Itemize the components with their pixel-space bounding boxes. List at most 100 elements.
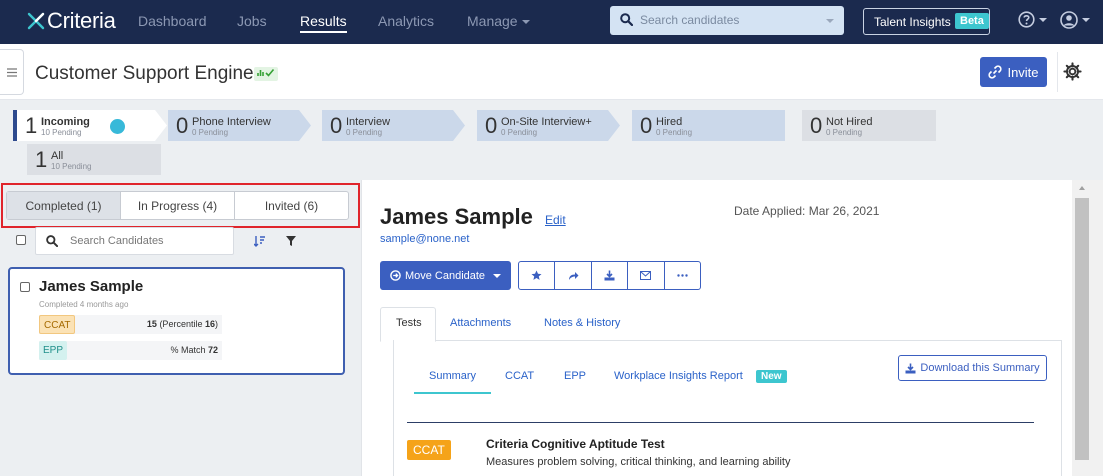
edit-link[interactable]: Edit <box>545 213 566 227</box>
criteria-logo[interactable]: Criteria <box>26 8 116 34</box>
tab-attachments[interactable]: Attachments <box>450 317 511 329</box>
stage-hired[interactable]: 0 Hired 0 Pending <box>632 110 785 141</box>
user-icon <box>1060 11 1078 29</box>
nav-manage-label: Manage <box>467 13 518 29</box>
search-icon <box>620 13 633 26</box>
move-candidate-label: Move Candidate <box>404 269 486 282</box>
select-all-checkbox[interactable] <box>16 235 26 245</box>
section-divider <box>407 422 1034 423</box>
subtab-summary[interactable]: Summary <box>429 370 476 382</box>
chevron-down-icon <box>493 273 502 278</box>
stage-count: 1 <box>25 113 38 138</box>
search-candidates-field[interactable]: Search Candidates <box>35 227 234 255</box>
test-description: Measures problem solving, critical think… <box>486 456 791 468</box>
download-icon <box>905 363 916 373</box>
scroll-up-icon[interactable] <box>1079 186 1085 190</box>
stage-not-hired[interactable]: 0 Not Hired 0 Pending <box>802 110 936 141</box>
stage-count: 0 <box>330 113 343 138</box>
subtab-ccat[interactable]: CCAT <box>505 370 534 382</box>
filter-icon[interactable] <box>286 236 296 246</box>
nav-jobs[interactable]: Jobs <box>237 13 267 29</box>
user-menu[interactable] <box>1060 11 1090 29</box>
download-summary-label: Download this Summary <box>920 362 1040 374</box>
stage-count: 1 <box>35 147 48 172</box>
stage-pending: 10 Pending <box>51 162 92 171</box>
subtab-epp[interactable]: EPP <box>564 370 586 382</box>
stage-count: 0 <box>640 113 653 138</box>
invite-button[interactable]: Invite <box>980 57 1047 87</box>
tab-in-progress[interactable]: In Progress (4) <box>121 192 235 219</box>
sort-icon[interactable] <box>254 235 266 247</box>
download-summary-button[interactable]: Download this Summary <box>898 355 1047 381</box>
date-applied: Date Applied: Mar 26, 2021 <box>734 204 880 218</box>
stage-pending: 0 Pending <box>501 128 538 137</box>
download-icon <box>604 270 615 281</box>
envelope-icon <box>640 271 652 280</box>
tab-tests[interactable]: Tests <box>396 317 422 329</box>
stage-name: Not Hired <box>826 116 873 128</box>
beta-badge: Beta <box>955 13 989 29</box>
active-stage-indicator <box>13 110 17 141</box>
tab-completed[interactable]: Completed (1) <box>7 192 121 219</box>
chevron-down-icon <box>1082 18 1090 22</box>
arrow-circle-icon <box>390 270 401 281</box>
stage-name: Incoming <box>41 116 90 128</box>
ccat-percentile: 16 <box>204 319 215 329</box>
candidate-status: Completed 4 months ago <box>39 300 129 309</box>
nav-manage[interactable]: Manage <box>467 13 530 29</box>
search-candidates-input[interactable]: Search candidates <box>610 6 844 35</box>
chevron-down-icon <box>1039 17 1047 22</box>
stage-pending: 0 Pending <box>656 128 693 137</box>
help-menu[interactable] <box>1018 11 1047 28</box>
talent-insights-button[interactable]: Talent Insights Beta <box>863 8 990 35</box>
gear-icon[interactable] <box>1063 62 1082 81</box>
download-button[interactable] <box>592 262 629 289</box>
search-placeholder: Search Candidates <box>70 235 164 247</box>
pipeline-bar: 1 Incoming 10 Pending 0 Phone Interview … <box>0 100 1103 180</box>
stage-pending: 0 Pending <box>346 128 383 137</box>
candidate-name: James Sample <box>39 278 144 295</box>
chart-check-icon <box>257 68 275 77</box>
stage-interview[interactable]: 0 Interview 0 Pending <box>322 110 465 141</box>
job-status-badge <box>254 67 278 81</box>
nav-dashboard[interactable]: Dashboard <box>138 13 207 29</box>
stage-name: All <box>51 150 64 162</box>
tab-notes-history[interactable]: Notes & History <box>544 317 620 329</box>
share-icon <box>568 271 579 280</box>
candidate-card[interactable]: James Sample Completed 4 months ago 15 (… <box>8 267 345 375</box>
ccat-percentile-label: (Percentile <box>159 319 203 329</box>
candidate-email[interactable]: sample@none.net <box>380 233 469 245</box>
star-button[interactable] <box>519 262 556 289</box>
stage-pending: 0 Pending <box>192 128 229 137</box>
stage-name: Hired <box>656 116 683 128</box>
candidate-checkbox[interactable] <box>20 282 30 292</box>
email-button[interactable] <box>628 262 665 289</box>
subtab-workplace-insights[interactable]: Workplace Insights Report <box>614 370 743 382</box>
epp-match: 72 <box>207 345 218 355</box>
sidebar-toggle[interactable] <box>0 49 24 95</box>
search-icon <box>46 235 58 247</box>
stage-phone-interview[interactable]: 0 Phone Interview 0 Pending <box>168 110 311 141</box>
nav-analytics[interactable]: Analytics <box>378 13 434 29</box>
chevron-down-icon <box>826 19 834 23</box>
stage-name: On-Site Interview+ <box>501 116 592 128</box>
filter-circle-icon <box>110 119 125 134</box>
move-candidate-button[interactable]: Move Candidate <box>380 261 511 290</box>
stage-incoming[interactable]: 1 Incoming 10 Pending <box>17 110 167 141</box>
status-tabs: Completed (1) In Progress (4) Invited (6… <box>6 191 349 220</box>
stage-name: Phone Interview <box>192 116 271 128</box>
epp-match-label: % Match <box>170 345 206 355</box>
criteria-x-icon <box>27 12 45 30</box>
new-badge: New <box>756 370 787 383</box>
stage-count: 0 <box>176 113 189 138</box>
candidate-name-heading: James Sample <box>380 204 533 229</box>
stage-all[interactable]: 1 All 10 Pending <box>27 144 161 175</box>
job-header: Customer Support Engineer Invite <box>0 44 1103 100</box>
share-button[interactable] <box>555 262 592 289</box>
nav-results[interactable]: Results <box>300 13 347 33</box>
stage-onsite-interview[interactable]: 0 On-Site Interview+ 0 Pending <box>477 110 620 141</box>
tab-invited[interactable]: Invited (6) <box>235 192 348 219</box>
stage-pending: 10 Pending <box>41 128 82 137</box>
scrollbar-thumb[interactable] <box>1075 198 1089 460</box>
more-button[interactable] <box>665 262 700 289</box>
